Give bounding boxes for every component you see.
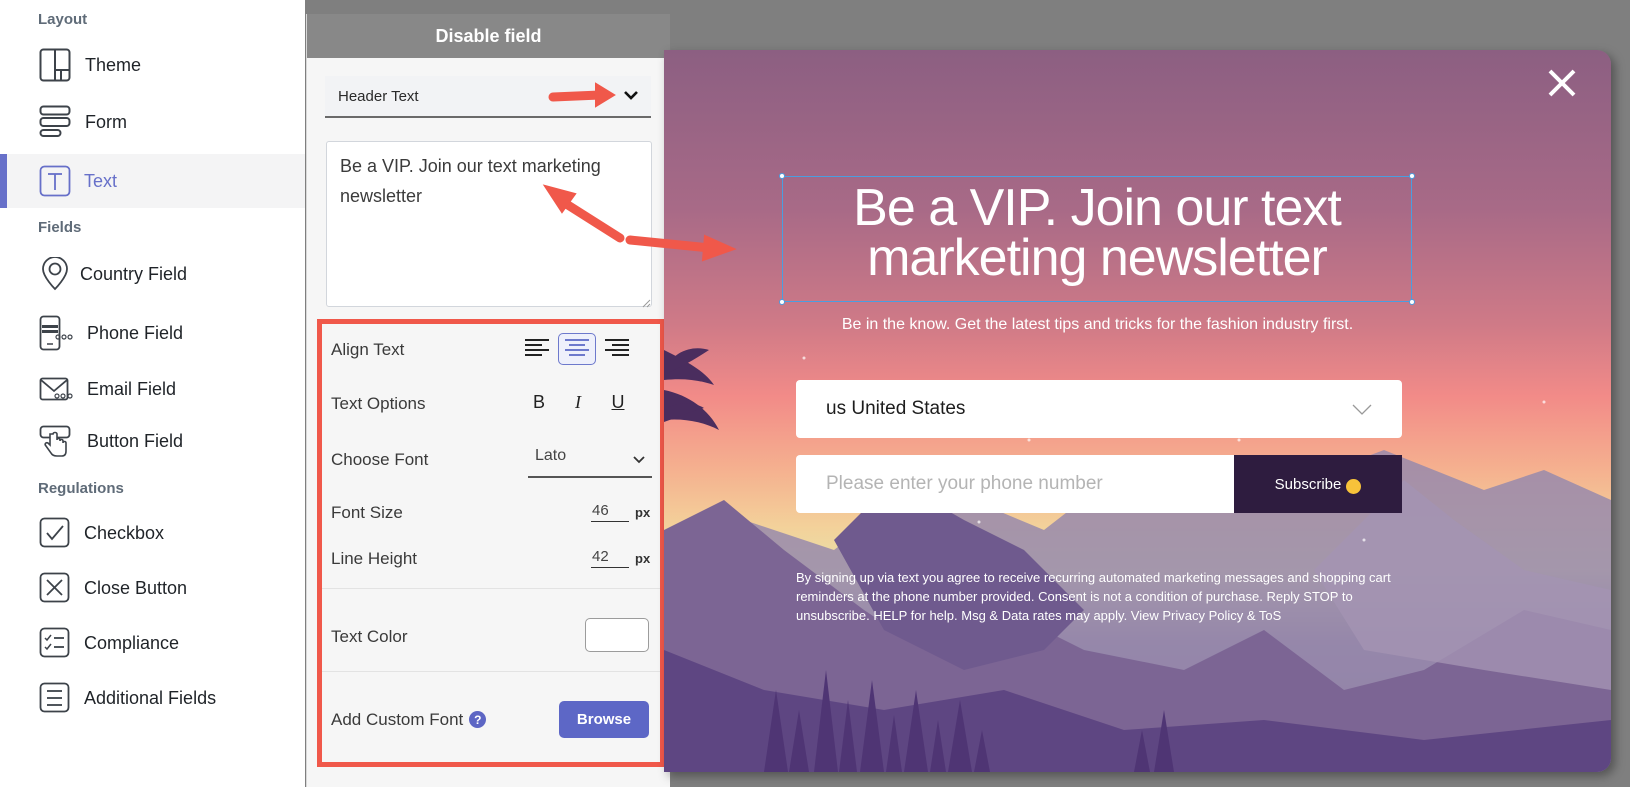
sidebar-item-additional-fields[interactable]: Additional Fields bbox=[0, 671, 305, 725]
popup-headline: Be a VIP. Join our text marketing newsle… bbox=[783, 179, 1411, 287]
sidebar-item-label: Checkbox bbox=[84, 522, 165, 543]
sidebar-item-checkbox[interactable]: Checkbox bbox=[0, 506, 305, 560]
font-size-unit: px bbox=[635, 505, 651, 520]
sidebar-item-email-field[interactable]: Email Field bbox=[0, 362, 305, 416]
sidebar-item-button-field[interactable]: Button Field bbox=[0, 414, 305, 468]
align-right-button[interactable] bbox=[598, 333, 636, 365]
text-element-select[interactable]: Header Text bbox=[325, 76, 651, 118]
help-icon[interactable]: ? bbox=[469, 711, 487, 729]
chevron-down-icon bbox=[632, 452, 646, 470]
align-text-label: Align Text bbox=[331, 340, 405, 359]
divider bbox=[322, 588, 660, 589]
sidebar-item-form[interactable]: Form bbox=[0, 95, 305, 149]
font-select[interactable]: Lato bbox=[528, 442, 652, 478]
text-element-select-value: Header Text bbox=[338, 87, 419, 105]
sidebar-item-label: Form bbox=[85, 111, 127, 132]
text-content-textarea[interactable]: Be a VIP. Join our text marketing newsle… bbox=[326, 141, 652, 307]
sidebar-item-country-field[interactable]: Country Field bbox=[0, 247, 305, 301]
sidebar-item-phone-field[interactable]: Phone Field bbox=[0, 306, 305, 360]
sidebar-item-label: Additional Fields bbox=[84, 687, 217, 708]
align-left-button[interactable] bbox=[518, 333, 556, 365]
sidebar-item-label: Text bbox=[84, 170, 118, 191]
sidebar-item-label: Close Button bbox=[84, 577, 188, 598]
font-select-value: Lato bbox=[535, 447, 567, 464]
text-settings-section: Align Text Text Options B I U Choose Fon… bbox=[317, 319, 665, 767]
subscribe-label: Subscribe bbox=[1274, 475, 1342, 493]
theme-layout-icon bbox=[38, 48, 72, 82]
sidebar-item-label: Button Field bbox=[87, 430, 184, 451]
font-size-input[interactable] bbox=[591, 500, 629, 522]
email-field-icon bbox=[38, 372, 78, 406]
country-select-value: us United States bbox=[826, 398, 966, 419]
disable-field-button[interactable]: Disable field bbox=[307, 14, 670, 58]
text-options-label: Text Options bbox=[331, 394, 426, 413]
sidebar-item-label: Compliance bbox=[84, 632, 180, 653]
text-color-swatch[interactable] bbox=[585, 618, 649, 652]
popup-subheadline: Be in the know. Get the latest tips and … bbox=[841, 316, 1354, 333]
add-custom-font-label: Add Custom Font? bbox=[331, 710, 487, 730]
headline-line-1: Be a VIP. Join our text bbox=[853, 179, 1342, 237]
sidebar-item-compliance[interactable]: Compliance bbox=[0, 616, 305, 670]
resize-handle[interactable] bbox=[1409, 299, 1415, 305]
sidebar-item-label: Country Field bbox=[80, 263, 188, 284]
align-center-button[interactable] bbox=[558, 333, 596, 365]
chevron-down-icon bbox=[1352, 400, 1372, 422]
resize-handle[interactable] bbox=[779, 173, 785, 179]
choose-font-label: Choose Font bbox=[331, 450, 429, 469]
smiley-emoji-icon bbox=[1346, 478, 1362, 494]
location-pin-icon bbox=[38, 257, 72, 291]
list-lines-icon bbox=[38, 681, 72, 715]
checklist-icon bbox=[38, 626, 72, 660]
close-box-icon bbox=[38, 571, 72, 605]
italic-button[interactable]: I bbox=[565, 389, 591, 415]
align-left-icon bbox=[524, 338, 550, 361]
add-custom-font-text: Add Custom Font bbox=[331, 710, 464, 729]
line-height-unit: px bbox=[635, 551, 651, 566]
font-size-label: Font Size bbox=[331, 503, 403, 522]
line-height-input[interactable] bbox=[591, 546, 629, 568]
sidebar-item-label: Phone Field bbox=[87, 322, 184, 343]
bold-button[interactable]: B bbox=[526, 389, 552, 415]
resize-grip-icon[interactable] bbox=[641, 295, 651, 308]
divider bbox=[322, 671, 660, 672]
popup-preview: Be a VIP. Join our text marketing newsle… bbox=[664, 50, 1611, 772]
section-title-regulations: Regulations bbox=[38, 480, 124, 497]
underline-button[interactable]: U bbox=[605, 389, 631, 415]
sidebar-item-label: Email Field bbox=[87, 378, 177, 399]
sidebar-item-label: Theme bbox=[85, 54, 142, 75]
sidebar-item-close-button[interactable]: Close Button bbox=[0, 561, 305, 615]
form-rows-icon bbox=[38, 105, 72, 139]
sidebar-item-theme[interactable]: Theme bbox=[0, 38, 305, 92]
resize-handle[interactable] bbox=[779, 299, 785, 305]
sidebar-item-text[interactable]: Text bbox=[0, 154, 305, 208]
resize-handle[interactable] bbox=[1409, 173, 1415, 179]
close-popup-icon[interactable] bbox=[1545, 66, 1579, 100]
sms-disclaimer: By signing up via text you agree to rece… bbox=[796, 570, 1391, 623]
phone-field-icon bbox=[38, 315, 78, 351]
checkbox-icon bbox=[38, 516, 72, 550]
sidebar: Layout Theme Form Text Fields Country Fi… bbox=[0, 0, 305, 787]
button-pointer-icon bbox=[38, 424, 72, 458]
align-right-icon bbox=[604, 338, 630, 361]
align-center-icon bbox=[564, 338, 590, 361]
text-editor-panel: Disable field Header Text Be a VIP. Join… bbox=[306, 14, 670, 787]
headline-selection-box[interactable]: Be a VIP. Join our text marketing newsle… bbox=[779, 173, 1415, 305]
section-title-fields: Fields bbox=[38, 219, 82, 236]
chevron-down-icon[interactable] bbox=[623, 88, 639, 105]
browse-button[interactable]: Browse bbox=[559, 701, 649, 738]
text-color-label: Text Color bbox=[331, 627, 408, 646]
section-title-layout: Layout bbox=[38, 11, 88, 28]
subscribe-button[interactable]: Subscribe bbox=[1234, 455, 1402, 513]
country-select[interactable]: us United States bbox=[796, 380, 1402, 438]
headline-line-2: marketing newsletter bbox=[867, 229, 1328, 287]
line-height-label: Line Height bbox=[331, 549, 418, 568]
text-t-icon bbox=[38, 164, 72, 198]
phone-number-input[interactable] bbox=[796, 455, 1234, 513]
